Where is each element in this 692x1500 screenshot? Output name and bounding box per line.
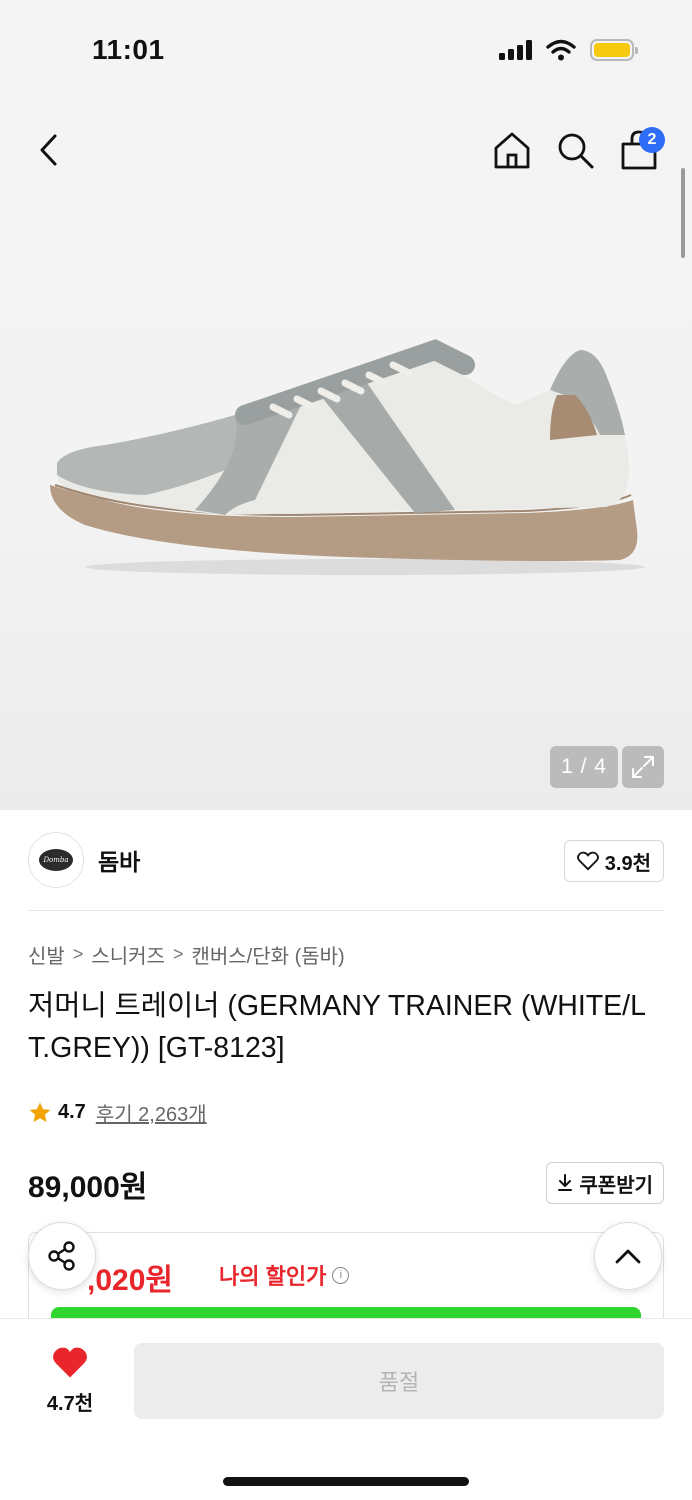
home-icon[interactable] — [487, 115, 537, 185]
brand-like-count: 3.9천 — [604, 852, 651, 875]
coupon-label: 쿠폰받기 — [579, 1174, 653, 1197]
review-count-link[interactable]: 후기 2,263개 — [96, 1098, 207, 1127]
top-navigation: 2 — [0, 115, 692, 185]
product-price: 89,000원 — [28, 1171, 148, 1204]
wishlist-count: 4.7천 — [46, 1393, 94, 1415]
cart-count-badge: 2 — [639, 127, 665, 153]
breadcrumb: 신발 > 스니커즈 > 캔버스/단화 (돔바) — [28, 940, 345, 969]
brand-logo-mark: Domba — [39, 849, 73, 871]
discount-price: ,020원 — [87, 1264, 173, 1297]
download-icon — [558, 1174, 573, 1191]
status-icons — [499, 39, 638, 61]
brand-like-button[interactable]: 3.9천 — [563, 840, 664, 882]
back-icon[interactable] — [24, 115, 74, 185]
battery-icon — [590, 39, 638, 61]
bottom-action-bar: 4.7천 품절 — [0, 1318, 692, 1500]
share-icon — [48, 1241, 75, 1271]
chevron-right-icon: > — [172, 944, 184, 964]
image-counter: 1 / 4 — [550, 746, 618, 788]
brand-logo[interactable]: Domba — [28, 832, 84, 888]
discount-label: 나의 할인가 i — [219, 1259, 350, 1291]
divider — [28, 910, 664, 911]
sold-out-button[interactable]: 품절 — [134, 1343, 664, 1419]
star-icon — [29, 1102, 51, 1122]
discount-label-text: 나의 할인가 — [219, 1264, 327, 1289]
scroll-to-top-button[interactable] — [594, 1222, 662, 1290]
info-icon[interactable]: i — [332, 1266, 350, 1284]
coupon-download-button[interactable]: 쿠폰받기 — [546, 1162, 664, 1204]
breadcrumb-item[interactable]: 신발 — [28, 940, 65, 969]
chevron-right-icon: > — [72, 944, 84, 964]
chevron-up-icon — [615, 1249, 641, 1264]
breadcrumb-item[interactable]: 스니커즈 — [91, 940, 165, 969]
heart-filled-icon — [53, 1347, 87, 1378]
home-indicator — [223, 1477, 469, 1486]
rating-value: 4.7 — [58, 1101, 86, 1123]
breadcrumb-item[interactable]: 캔버스/단화 (돔바) — [191, 940, 344, 969]
signal-icon — [499, 40, 532, 60]
wifi-icon — [546, 39, 576, 61]
search-icon[interactable] — [550, 115, 600, 185]
shopping-bag-icon[interactable]: 2 — [614, 115, 665, 185]
wishlist-button[interactable]: 4.7천 — [30, 1345, 110, 1425]
brand-name[interactable]: 돔바 — [98, 843, 140, 877]
status-bar: 11:01 — [0, 0, 692, 100]
brand-row[interactable]: Domba 돔바 3.9천 — [28, 830, 664, 890]
status-time: 11:01 — [92, 34, 165, 65]
share-button[interactable] — [28, 1222, 96, 1290]
product-image — [50, 339, 645, 575]
product-title: 저머니 트레이너 (GERMANY TRAINER (WHITE/LT.GREY… — [28, 990, 646, 1064]
expand-icon — [632, 756, 654, 778]
expand-image-button[interactable] — [622, 746, 664, 788]
rating-row: 4.7 후기 2,263개 — [28, 1098, 207, 1127]
heart-outline-icon — [576, 851, 599, 871]
